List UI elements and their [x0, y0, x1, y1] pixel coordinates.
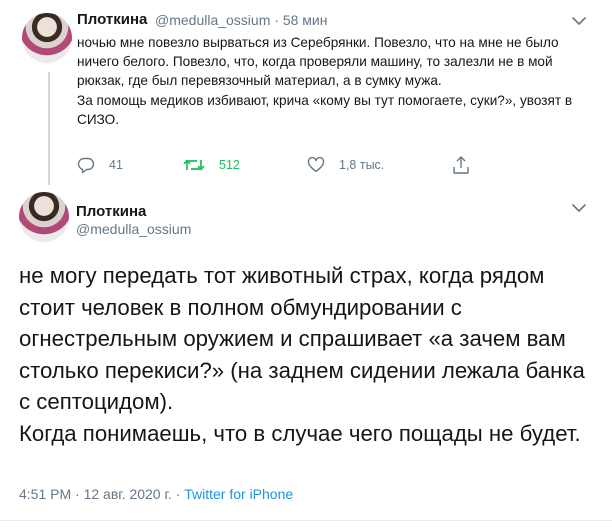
- thread-connector-line: [48, 72, 50, 185]
- reply-button[interactable]: 41: [77, 156, 123, 174]
- tweet-text: не могу передать тот животный страх, ког…: [19, 260, 599, 450]
- timestamp[interactable]: 4:51 PM · 12 авг. 2020 г. ·: [19, 486, 184, 502]
- source-link[interactable]: Twitter for iPhone: [184, 486, 293, 502]
- meta-separator: ·: [274, 12, 279, 28]
- like-count: 1,8 тыс.: [339, 158, 385, 172]
- like-button[interactable]: 1,8 тыс.: [307, 156, 384, 174]
- reply-count: 41: [109, 158, 123, 172]
- tweet-paragraph: За помощь медиков избивают, крича «кому …: [77, 92, 573, 127]
- retweet-button[interactable]: 512: [183, 156, 240, 174]
- tweet-paragraph: ночью мне повезло вырваться из Серебрянк…: [77, 35, 559, 89]
- handle-text[interactable]: @medulla_ossium: [155, 12, 270, 28]
- avatar[interactable]: [22, 13, 72, 63]
- share-upload-icon[interactable]: [452, 155, 470, 175]
- author-handle[interactable]: @medulla_ossium: [76, 221, 191, 237]
- tweet-paragraph: не могу передать тот животный страх, ког…: [19, 263, 585, 415]
- avatar[interactable]: [19, 192, 69, 242]
- divider: [0, 520, 612, 521]
- chevron-down-icon[interactable]: [570, 14, 588, 28]
- chevron-down-icon[interactable]: [570, 201, 588, 215]
- retweet-arrows-icon: [183, 159, 205, 171]
- tweet-paragraph: Когда понимаешь, что в случае чего пощад…: [19, 420, 581, 446]
- time-ago[interactable]: 58 мин: [283, 12, 328, 28]
- retweet-count: 512: [219, 158, 240, 172]
- author-name[interactable]: Плоткина: [76, 203, 146, 220]
- author-handle[interactable]: @medulla_ossium · 58 мин: [155, 12, 327, 28]
- heart-icon: [307, 156, 325, 173]
- author-name[interactable]: Плоткина: [77, 11, 147, 28]
- comment-bubble-icon: [77, 157, 95, 174]
- tweet-footer: 4:51 PM · 12 авг. 2020 г. · Twitter for …: [19, 486, 293, 502]
- tweet-text: ночью мне повезло вырваться из Серебрянк…: [77, 33, 597, 129]
